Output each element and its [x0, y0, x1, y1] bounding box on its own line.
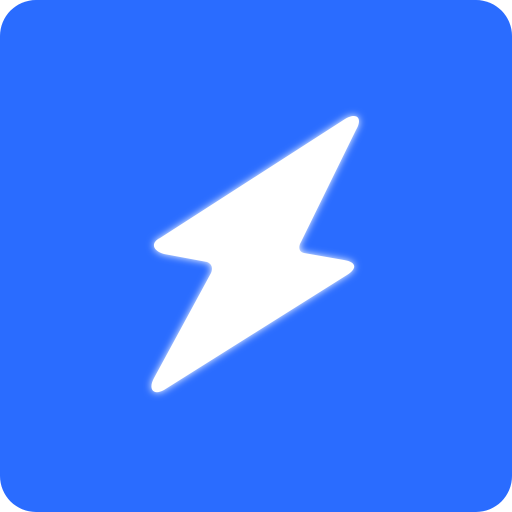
lightning-bolt-icon — [151, 116, 359, 393]
app-icon — [0, 0, 512, 512]
